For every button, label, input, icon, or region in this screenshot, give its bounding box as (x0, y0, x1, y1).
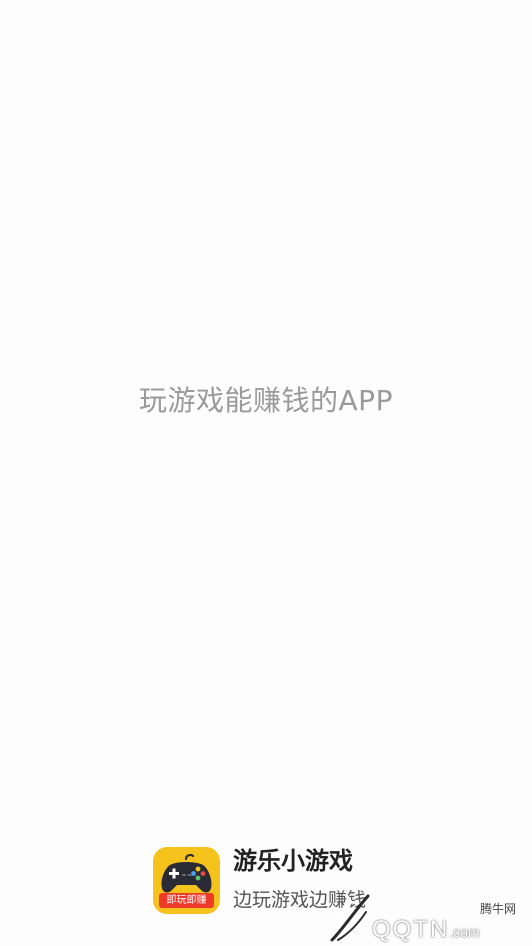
app-name: 游乐小游戏 (233, 847, 353, 875)
watermark-suffix: .com (449, 924, 480, 940)
splash-slogan: 玩游戏能赚钱的APP (139, 384, 393, 417)
site-watermark: 腾牛网 QQTN.com (324, 890, 530, 946)
watermark-site-name: 腾牛网 (479, 902, 516, 916)
watermark-brand-text: QQTN (372, 916, 450, 943)
app-logo: 即玩即赚 (153, 847, 220, 914)
logo-ribbon: 即玩即赚 (159, 893, 214, 908)
watermark-brand: QQTN.com (372, 918, 480, 944)
